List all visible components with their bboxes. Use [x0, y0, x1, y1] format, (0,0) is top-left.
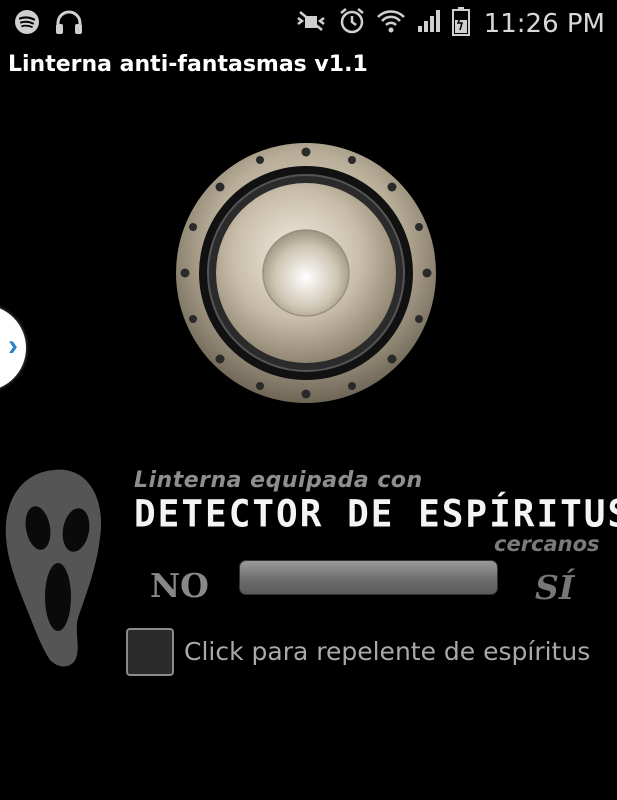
wifi-icon	[376, 8, 406, 39]
promo-subline: cercanos	[494, 532, 600, 556]
side-drawer-handle[interactable]: ›	[0, 305, 26, 391]
repellent-checkbox-label[interactable]: Click para repelente de espíritus	[184, 637, 590, 666]
detector-label-no: NO	[150, 566, 209, 605]
mute-icon	[294, 8, 328, 39]
spotify-icon	[14, 9, 40, 40]
chevron-right-icon: ›	[8, 329, 18, 362]
alarm-icon	[338, 7, 366, 40]
flashlight-speaker-button[interactable]	[175, 142, 437, 404]
ghost-mask-image	[2, 462, 114, 672]
promo-headline: DETECTOR DE ESPÍRITUS	[134, 492, 617, 537]
promo-tagline: Linterna equipada con	[134, 468, 423, 493]
signal-icon	[416, 8, 442, 39]
status-bar: 11:26 PM	[0, 0, 617, 42]
app-title: Linterna anti-fantasmas v1.1	[8, 52, 368, 77]
clock: 11:26 PM	[483, 8, 605, 39]
battery-icon	[451, 6, 470, 41]
headphones-icon	[54, 9, 84, 40]
spirit-detector-meter	[239, 560, 498, 595]
detector-label-si: SÍ	[535, 568, 575, 607]
repellent-checkbox[interactable]	[126, 628, 174, 676]
speaker-icon	[176, 143, 436, 403]
